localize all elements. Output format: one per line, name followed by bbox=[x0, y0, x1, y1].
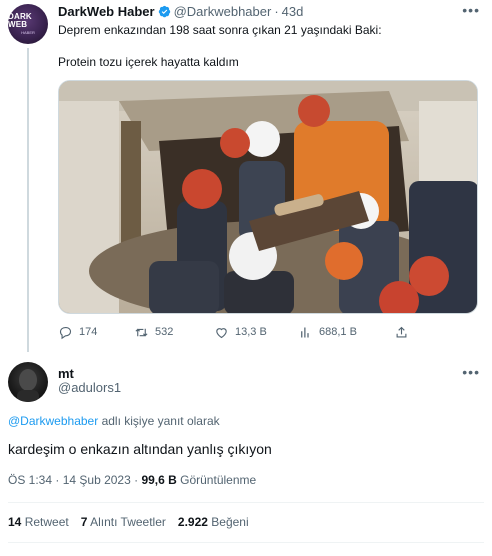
author-handle[interactable]: @Darkwebhaber bbox=[174, 4, 272, 19]
reply-text: kardeşim o enkazın altından yanlış çıkıy… bbox=[8, 441, 272, 457]
like-count: 13,3 B bbox=[235, 326, 267, 338]
thread-connector-line bbox=[27, 48, 29, 352]
engagement-stats: 14 Retweet 7 Alıntı Tweetler 2.922 Beğen… bbox=[8, 515, 261, 529]
reply-views-label: Görüntülenme bbox=[176, 473, 257, 487]
author-name[interactable]: DarkWeb Haber bbox=[58, 4, 155, 19]
reply-author-name[interactable]: mt bbox=[58, 366, 74, 381]
divider bbox=[8, 542, 484, 543]
reply-count: 174 bbox=[79, 326, 98, 338]
tweet-meta: ÖS 1:34 · 14 Şub 2023 · 99,6 B Görüntüle… bbox=[8, 473, 256, 487]
tweet-text-line2: Protein tozu içerek hayatta kaldım bbox=[58, 55, 239, 69]
retweets-stat[interactable]: 14 Retweet bbox=[8, 515, 69, 529]
reply-author-avatar[interactable] bbox=[8, 362, 48, 402]
reply-to-suffix: adlı kişiye yanıt olarak bbox=[98, 414, 220, 428]
divider bbox=[8, 502, 484, 503]
tweet-header: DarkWeb Haber @Darkwebhaber · 43d bbox=[58, 3, 303, 19]
reply-icon bbox=[59, 326, 72, 339]
reply-author-handle[interactable]: @adulors1 bbox=[58, 380, 121, 395]
original-tweet[interactable]: DARK WEB HABER DarkWeb Haber @Darkwebhab… bbox=[0, 0, 492, 352]
likes-stat-count: 2.922 bbox=[177, 515, 208, 529]
quote-tweets-stat-label: Alıntı Tweetler bbox=[87, 515, 166, 529]
avatar-logo-subtext: HABER bbox=[21, 30, 35, 35]
more-icon[interactable]: ••• bbox=[462, 2, 480, 18]
meta-dot: · bbox=[130, 473, 142, 487]
reply-action[interactable]: 174 bbox=[58, 324, 97, 340]
likes-stat-label: Beğeni bbox=[207, 515, 249, 529]
tweet-actions: 174 532 13,3 B 688,1 B bbox=[58, 324, 478, 340]
retweet-action[interactable]: 532 bbox=[134, 324, 173, 340]
avatar-logo-text: DARK WEB bbox=[8, 12, 32, 29]
quote-tweets-stat[interactable]: 7 Alıntı Tweetler bbox=[81, 515, 166, 529]
rescue-scene-image bbox=[59, 81, 477, 313]
tweet-time[interactable]: ÖS 1:34 bbox=[8, 473, 52, 487]
views-icon bbox=[301, 327, 309, 337]
reply-avatar-image bbox=[17, 369, 39, 402]
retweet-count: 532 bbox=[155, 326, 174, 338]
tweet-time-ago[interactable]: 43d bbox=[282, 4, 304, 19]
tweet-photo[interactable] bbox=[58, 80, 478, 314]
more-icon[interactable]: ••• bbox=[462, 364, 480, 380]
reply-to-context: @Darkwebhaber adlı kişiye yanıt olarak bbox=[8, 414, 220, 428]
header-separator: · bbox=[274, 3, 279, 19]
tweet-text: Deprem enkazından 198 saat sonra çıkan 2… bbox=[58, 22, 382, 71]
views-action[interactable]: 688,1 B bbox=[298, 324, 357, 340]
reply-views-count: 99,6 B bbox=[141, 473, 177, 487]
share-action[interactable] bbox=[394, 324, 415, 340]
likes-stat[interactable]: 2.922 Beğeni bbox=[178, 515, 249, 529]
like-icon bbox=[216, 327, 227, 338]
retweets-stat-label: Retweet bbox=[21, 515, 69, 529]
views-count: 688,1 B bbox=[319, 326, 357, 338]
like-action[interactable]: 13,3 B bbox=[214, 324, 267, 340]
verified-badge-icon[interactable] bbox=[158, 5, 171, 18]
share-icon bbox=[396, 326, 407, 337]
retweets-stat-count: 14 bbox=[8, 515, 22, 529]
tweet-date[interactable]: 14 Şub 2023 bbox=[63, 473, 131, 487]
meta-dot: · bbox=[52, 473, 63, 487]
author-avatar[interactable]: DARK WEB HABER bbox=[8, 4, 48, 44]
tweet-text-line1: Deprem enkazından 198 saat sonra çıkan 2… bbox=[58, 23, 382, 37]
reply-to-handle-link[interactable]: @Darkwebhaber bbox=[8, 414, 98, 428]
retweet-icon bbox=[135, 328, 148, 336]
